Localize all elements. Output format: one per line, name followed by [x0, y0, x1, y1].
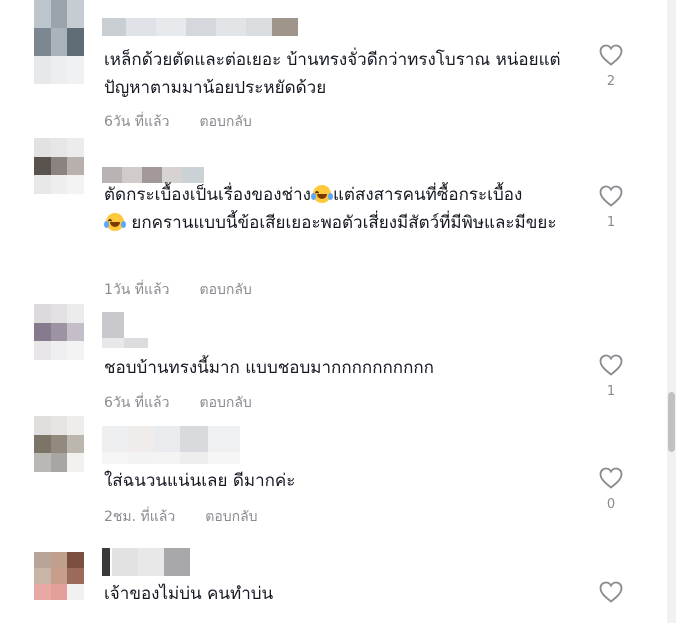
comment-timestamp: 2ชม. ที่แล้ว [104, 509, 176, 525]
reply-button[interactable]: ตอบกลับ [199, 279, 251, 301]
avatar[interactable] [34, 416, 84, 472]
username-pixelated[interactable] [102, 426, 240, 452]
comment-text: เจ้าของไม่บ่น คนทำบ่น [104, 584, 274, 604]
heart-outline-icon [599, 185, 623, 207]
username-pixelated[interactable] [102, 338, 148, 348]
comment-text: เหล็กด้วยตัดและต่อเยอะ บ้านทรงจั่วดีกว่า… [104, 50, 561, 98]
laughing-tears-emoji-icon [104, 213, 126, 231]
like-button[interactable]: 1 [596, 185, 626, 230]
like-count: 1 [606, 384, 616, 399]
comment-timestamp: 6วัน ที่แล้ว [104, 395, 170, 411]
comment-text: ใส่ฉนวนแน่นเลย ดีมากค่ะ [104, 471, 296, 491]
like-button[interactable]: 1 [596, 354, 626, 399]
avatar[interactable] [34, 304, 84, 360]
like-button[interactable] [596, 581, 626, 603]
comment-text: ชอบบ้านทรงนี้มาก แบบชอบมากกกกกกกกกก [104, 358, 434, 378]
username-pixelated[interactable] [102, 18, 298, 36]
username-pixelated[interactable] [102, 312, 148, 338]
reply-button[interactable]: ตอบกลับ [199, 111, 251, 133]
like-count: 0 [606, 497, 616, 512]
comment-text: ตัดกระเบื้องเป็นเรื่องของช่าง แต่สงสารคนท… [104, 181, 584, 237]
comment-timestamp: 1วัน ที่แล้ว [104, 282, 170, 298]
avatar[interactable] [34, 0, 84, 84]
comment-text-part: แต่สงสารคนที่ซื้อกระเบื้อง [332, 185, 523, 205]
like-button[interactable]: 2 [596, 44, 626, 89]
comment-timestamp: 6วัน ที่แล้ว [104, 114, 170, 130]
like-count: 2 [606, 74, 616, 89]
username-pixelated[interactable] [102, 548, 190, 576]
comment-text-part: ตัดกระเบื้องเป็นเรื่องของช่าง [104, 185, 311, 205]
laughing-tears-emoji-icon [310, 185, 333, 203]
like-button[interactable]: 0 [596, 467, 626, 512]
scrollbar-thumb[interactable] [668, 392, 675, 452]
heart-outline-icon [599, 44, 623, 66]
comment-text-part: ยกครานแบบนี้ข้อเสียเยอะพอตัวเสี่ยงมีสัตว… [131, 213, 557, 233]
reply-button[interactable]: ตอบกลับ [199, 392, 251, 414]
like-count: 1 [606, 215, 616, 230]
heart-outline-icon [599, 354, 623, 376]
avatar[interactable] [34, 552, 84, 600]
avatar[interactable] [34, 138, 84, 194]
username-pixelated[interactable] [102, 452, 240, 464]
scrollbar-track[interactable] [667, 0, 676, 623]
heart-outline-icon [599, 467, 623, 489]
heart-outline-icon [599, 581, 623, 603]
reply-button[interactable]: ตอบกลับ [205, 506, 257, 528]
